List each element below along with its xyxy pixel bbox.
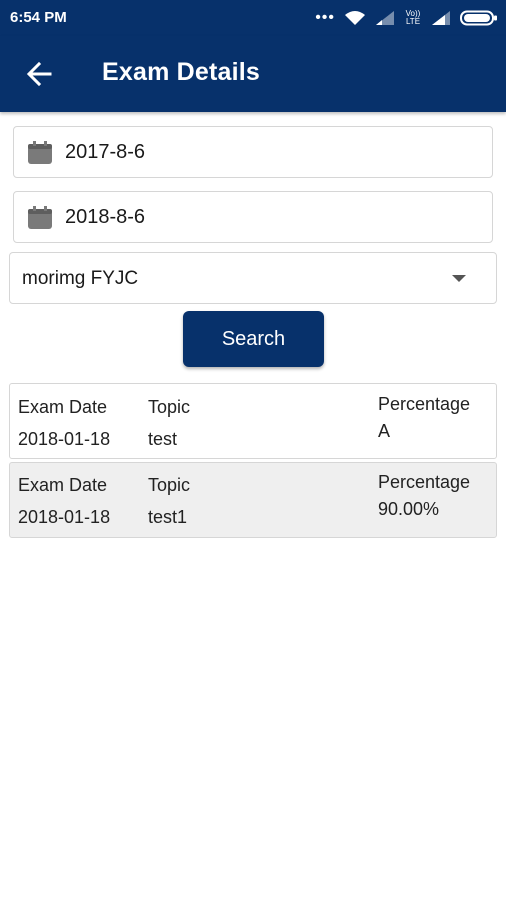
back-button[interactable] [22,58,58,90]
calendar-icon [28,141,52,164]
topic-label: Topic [148,397,191,417]
network-type-label: Vo)) LTE [405,9,421,26]
app-bar: Exam Details [0,36,506,112]
from-date-value: 2017-8-6 [65,141,146,163]
status-icons: ••• Vo)) LTE [315,8,498,28]
topic-label: Topic [148,475,191,495]
exam-date-label: Exam Date [18,475,108,495]
percentage-value: A [378,421,391,441]
percentage-label: Percentage [378,394,471,414]
exam-date-label: Exam Date [18,397,108,417]
result-row[interactable]: Exam Date 2018-01-18 Topic test1 Percent… [9,462,497,538]
from-date-field[interactable]: 2017-8-6 [13,126,493,178]
result-row[interactable]: Exam Date 2018-01-18 Topic test Percenta… [9,383,497,459]
signal-weak-icon [376,11,394,25]
battery-icon [460,10,497,26]
signal-icon [432,11,450,25]
topic-value: test [148,429,178,449]
to-date-field[interactable]: 2018-8-6 [13,191,493,243]
class-select-value: morimg FYJC [22,268,139,289]
class-select[interactable]: morimg FYJC [9,252,497,304]
topic-value: test1 [148,507,188,527]
calendar-icon [28,206,52,229]
exam-date-value: 2018-01-18 [18,429,111,449]
exam-date-value: 2018-01-18 [18,507,111,527]
status-bar: 6:54 PM ••• Vo)) LTE [0,0,506,36]
percentage-label: Percentage [378,472,471,492]
status-time: 6:54 PM [10,9,67,26]
search-button[interactable]: Search [183,311,324,367]
percentage-value: 90.00% [378,499,440,519]
page-title: Exam Details [102,58,261,86]
more-dots-icon: ••• [315,9,335,26]
arrow-left-icon [26,61,52,87]
to-date-value: 2018-8-6 [65,206,146,228]
wifi-icon [345,11,365,25]
dropdown-caret-icon [452,275,466,282]
